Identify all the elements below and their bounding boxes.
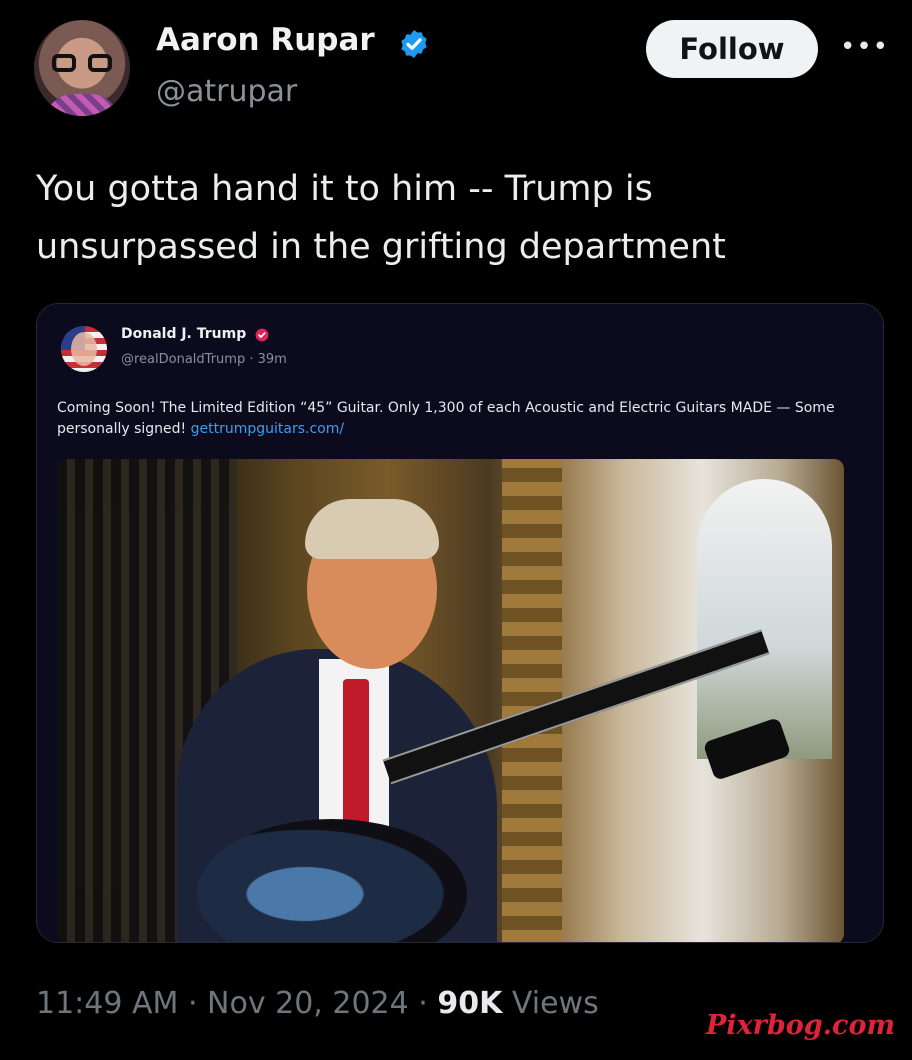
quoted-post-link[interactable]: gettrumpguitars.com/ (191, 421, 344, 437)
tweet-meta: 11:49 AM · Nov 20, 2024 · 90K Views (36, 986, 599, 1021)
tweet-text-line-1: You gotta hand it to him -- Trump is (36, 169, 653, 209)
quoted-post-text: Coming Soon! The Limited Edition “45” Gu… (57, 398, 867, 440)
photo-tie (343, 679, 369, 839)
tweet-header: Aaron Rupar @atrupar Follow ••• (34, 20, 894, 120)
meta-separator: · (418, 986, 438, 1021)
avatar-glasses (52, 54, 112, 72)
quoted-post-body: Coming Soon! The Limited Edition “45” Gu… (57, 400, 835, 437)
tweet-time[interactable]: 11:49 AM (36, 986, 178, 1021)
quoted-post-image[interactable] (57, 459, 844, 942)
author-name[interactable]: Aaron Rupar (156, 22, 375, 58)
quoted-avatar[interactable] (61, 326, 107, 372)
tweet-date[interactable]: Nov 20, 2024 (207, 986, 409, 1021)
quoted-author-name[interactable]: Donald J. Trump (121, 326, 246, 342)
quoted-post-card[interactable]: Donald J. Trump @realDonaldTrump · 39m C… (36, 303, 884, 943)
quoted-handle-time: @realDonaldTrump · 39m (121, 352, 287, 367)
tweet-text: You gotta hand it to him -- Trump is uns… (36, 160, 876, 276)
views-label: Views (511, 986, 599, 1021)
more-options-icon[interactable]: ••• (840, 32, 888, 62)
photo-hair (305, 499, 439, 559)
avatar[interactable] (34, 20, 130, 116)
views-count: 90K (437, 986, 503, 1021)
watermark: Pixrbog.com (706, 1010, 896, 1041)
follow-button[interactable]: Follow (646, 20, 818, 78)
verified-badge-icon (401, 30, 427, 58)
tweet-text-line-2: unsurpassed in the grifting department (36, 227, 726, 267)
meta-separator: · (187, 986, 208, 1021)
author-handle[interactable]: @atrupar (156, 74, 297, 109)
avatar-shirt (44, 94, 120, 116)
photo-window (697, 479, 832, 759)
quoted-verified-badge-icon (255, 328, 269, 342)
